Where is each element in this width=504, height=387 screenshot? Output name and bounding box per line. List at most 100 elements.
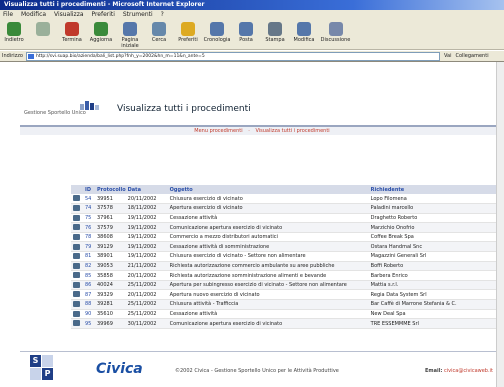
cell-subject: Comunicazione apertura esercizio di vici… [167, 318, 369, 329]
address-input[interactable]: http://svi.suap.bio/azienda/bali_list.ph… [25, 51, 440, 61]
view-record-icon[interactable] [73, 291, 80, 298]
table-row[interactable]: 86 40024 25/11/2002 Apertura per subingress… [71, 280, 504, 291]
column-header-protocol[interactable]: Protocollo [95, 185, 126, 194]
view-record-icon[interactable] [73, 310, 80, 317]
subnav-menu-link[interactable]: Menu procedimenti [194, 128, 242, 134]
cell-id[interactable]: 79 [83, 241, 95, 253]
menu-view[interactable]: Visualizza [54, 11, 84, 18]
cell-id[interactable]: 76 [83, 222, 95, 233]
toolbar-button-9[interactable]: Stampa [261, 22, 289, 43]
view-record-icon[interactable] [73, 233, 80, 240]
view-record-icon[interactable] [73, 262, 80, 269]
toolbar-button-8[interactable]: Posta [232, 22, 260, 43]
column-header-subject[interactable]: Oggetto [167, 185, 369, 194]
cell-id[interactable]: 88 [83, 299, 95, 310]
cell-protocol: 38608 [95, 232, 126, 243]
table-row[interactable]: 79 39129 19/11/2002 Cessazione attività di … [71, 241, 504, 253]
cell-id[interactable]: 95 [83, 318, 95, 329]
email-contact: Email: civica@civicaweb.it [425, 368, 493, 374]
row-open-cell[interactable] [71, 203, 83, 214]
row-open-cell[interactable] [71, 299, 83, 310]
cell-applicant: Draghetto Roberto [368, 213, 504, 224]
table-row[interactable]: 76 37579 19/11/2002 Comunicazione apertura … [71, 222, 504, 233]
toolbar-button-10[interactable]: Modifica [290, 22, 318, 43]
menu-edit[interactable]: Modifica [21, 11, 46, 18]
table-row[interactable]: 90 35610 25/11/2002 Cessazione attività New … [71, 309, 504, 320]
table-row[interactable]: 85 35858 20/11/2002 Richiesta autorizzazion… [71, 270, 504, 281]
row-open-cell[interactable] [71, 270, 83, 281]
view-record-icon[interactable] [73, 243, 80, 250]
toolbar-button-7[interactable]: Cronologia [203, 22, 231, 43]
table-row[interactable]: 95 39969 30/11/2002 Comunicazione apertura … [71, 318, 504, 329]
toolbar-button-0[interactable]: Indietro [0, 22, 28, 43]
menu-favorites[interactable]: Preferiti [91, 11, 115, 18]
row-open-cell[interactable] [71, 251, 83, 262]
menu-help[interactable]: ? [161, 11, 164, 18]
view-record-icon[interactable] [73, 195, 80, 202]
cell-id[interactable]: 85 [83, 270, 95, 281]
menu-tools[interactable]: Strumenti [123, 11, 153, 18]
view-record-icon[interactable] [73, 205, 80, 212]
toolbar-button-3[interactable]: Aggiorna [87, 22, 115, 43]
row-open-cell[interactable] [71, 318, 83, 329]
cell-id[interactable]: 75 [83, 213, 95, 224]
row-open-cell[interactable] [71, 280, 83, 291]
view-record-icon[interactable] [73, 272, 80, 279]
cell-id[interactable]: 90 [83, 309, 95, 320]
table-row[interactable]: 75 37961 19/11/2002 Cessazione attività Drag… [71, 213, 504, 224]
email-link[interactable]: civica@civicaweb.it [444, 368, 493, 374]
browser-toolbar: Indietro Termina Aggiorna Pagina iniziale Ce… [0, 20, 504, 50]
view-record-icon[interactable] [73, 224, 80, 231]
row-open-cell[interactable] [71, 222, 83, 233]
row-open-cell[interactable] [71, 213, 83, 224]
row-open-cell[interactable] [71, 289, 83, 301]
toolbar-button-label: Cronologia [203, 37, 231, 43]
view-record-icon[interactable] [73, 320, 80, 327]
toolbar-button-6[interactable]: Preferiti [174, 22, 202, 43]
cell-id[interactable]: 87 [83, 289, 95, 301]
links-button[interactable]: Collegamenti [455, 53, 488, 59]
toolbar-button-2[interactable]: Termina [58, 22, 86, 43]
table-row[interactable]: 81 38901 19/11/2002 Chiusura esercizio di v… [71, 251, 504, 262]
row-open-cell[interactable] [71, 309, 83, 320]
menu-file[interactable]: File [3, 11, 13, 18]
toolbar-button-4[interactable]: Pagina iniziale [116, 22, 144, 49]
cell-applicant: Regia Data System Srl [368, 289, 504, 301]
cell-date: 25/11/2002 [125, 309, 168, 320]
column-header-applicant[interactable]: Richiedente [368, 185, 504, 194]
cell-id[interactable]: 54 [83, 194, 95, 205]
page-icon [27, 53, 34, 59]
cell-date: 30/11/2002 [125, 318, 168, 329]
row-open-cell[interactable] [71, 232, 83, 243]
table-row[interactable]: 82 39053 21/11/2002 Richiesta autorizzazion… [71, 261, 504, 272]
table-row[interactable]: 74 37578 18/11/2002 Apertura esercizio di v… [71, 203, 504, 214]
column-header-id[interactable]: ID [83, 185, 95, 194]
subnav-view-all-link[interactable]: Visualizza tutti i procedimenti [255, 128, 329, 134]
view-record-icon[interactable] [73, 301, 80, 308]
vertical-scrollbar[interactable] [496, 62, 504, 387]
cell-id[interactable]: 78 [83, 232, 95, 243]
cell-date: 18/11/2002 [125, 203, 168, 214]
cell-id[interactable]: 82 [83, 261, 95, 272]
cell-id[interactable]: 81 [83, 251, 95, 262]
view-record-icon[interactable] [73, 214, 80, 221]
row-open-cell[interactable] [71, 241, 83, 253]
toolbar-button-1[interactable] [29, 22, 57, 37]
cell-applicant: Mattia s.r.l. [368, 280, 504, 291]
cell-id[interactable]: 74 [83, 203, 95, 214]
row-open-cell[interactable] [71, 261, 83, 272]
table-row[interactable]: 87 39329 20/11/2002 Apertura nuovo esercizi… [71, 289, 504, 301]
view-record-icon[interactable] [73, 281, 80, 288]
column-header-date[interactable]: Data [125, 185, 168, 194]
toolbar-button-11[interactable]: Discussione [319, 22, 352, 43]
table-row[interactable]: 54 39951 20/11/2002 Chiusura esercizio di v… [71, 194, 504, 205]
view-record-icon[interactable] [73, 253, 80, 260]
table-row[interactable]: 88 39281 25/11/2002 Chiusura attività - Tra… [71, 299, 504, 310]
cell-date: 19/11/2002 [125, 222, 168, 233]
row-open-cell[interactable] [71, 194, 83, 205]
cell-protocol: 37579 [95, 222, 126, 233]
toolbar-button-5[interactable]: Cerca [145, 22, 173, 43]
cell-id[interactable]: 86 [83, 280, 95, 291]
go-button[interactable]: Vai [444, 53, 452, 59]
table-row[interactable]: 78 38608 19/11/2002 Commercio a mezzo distr… [71, 232, 504, 243]
